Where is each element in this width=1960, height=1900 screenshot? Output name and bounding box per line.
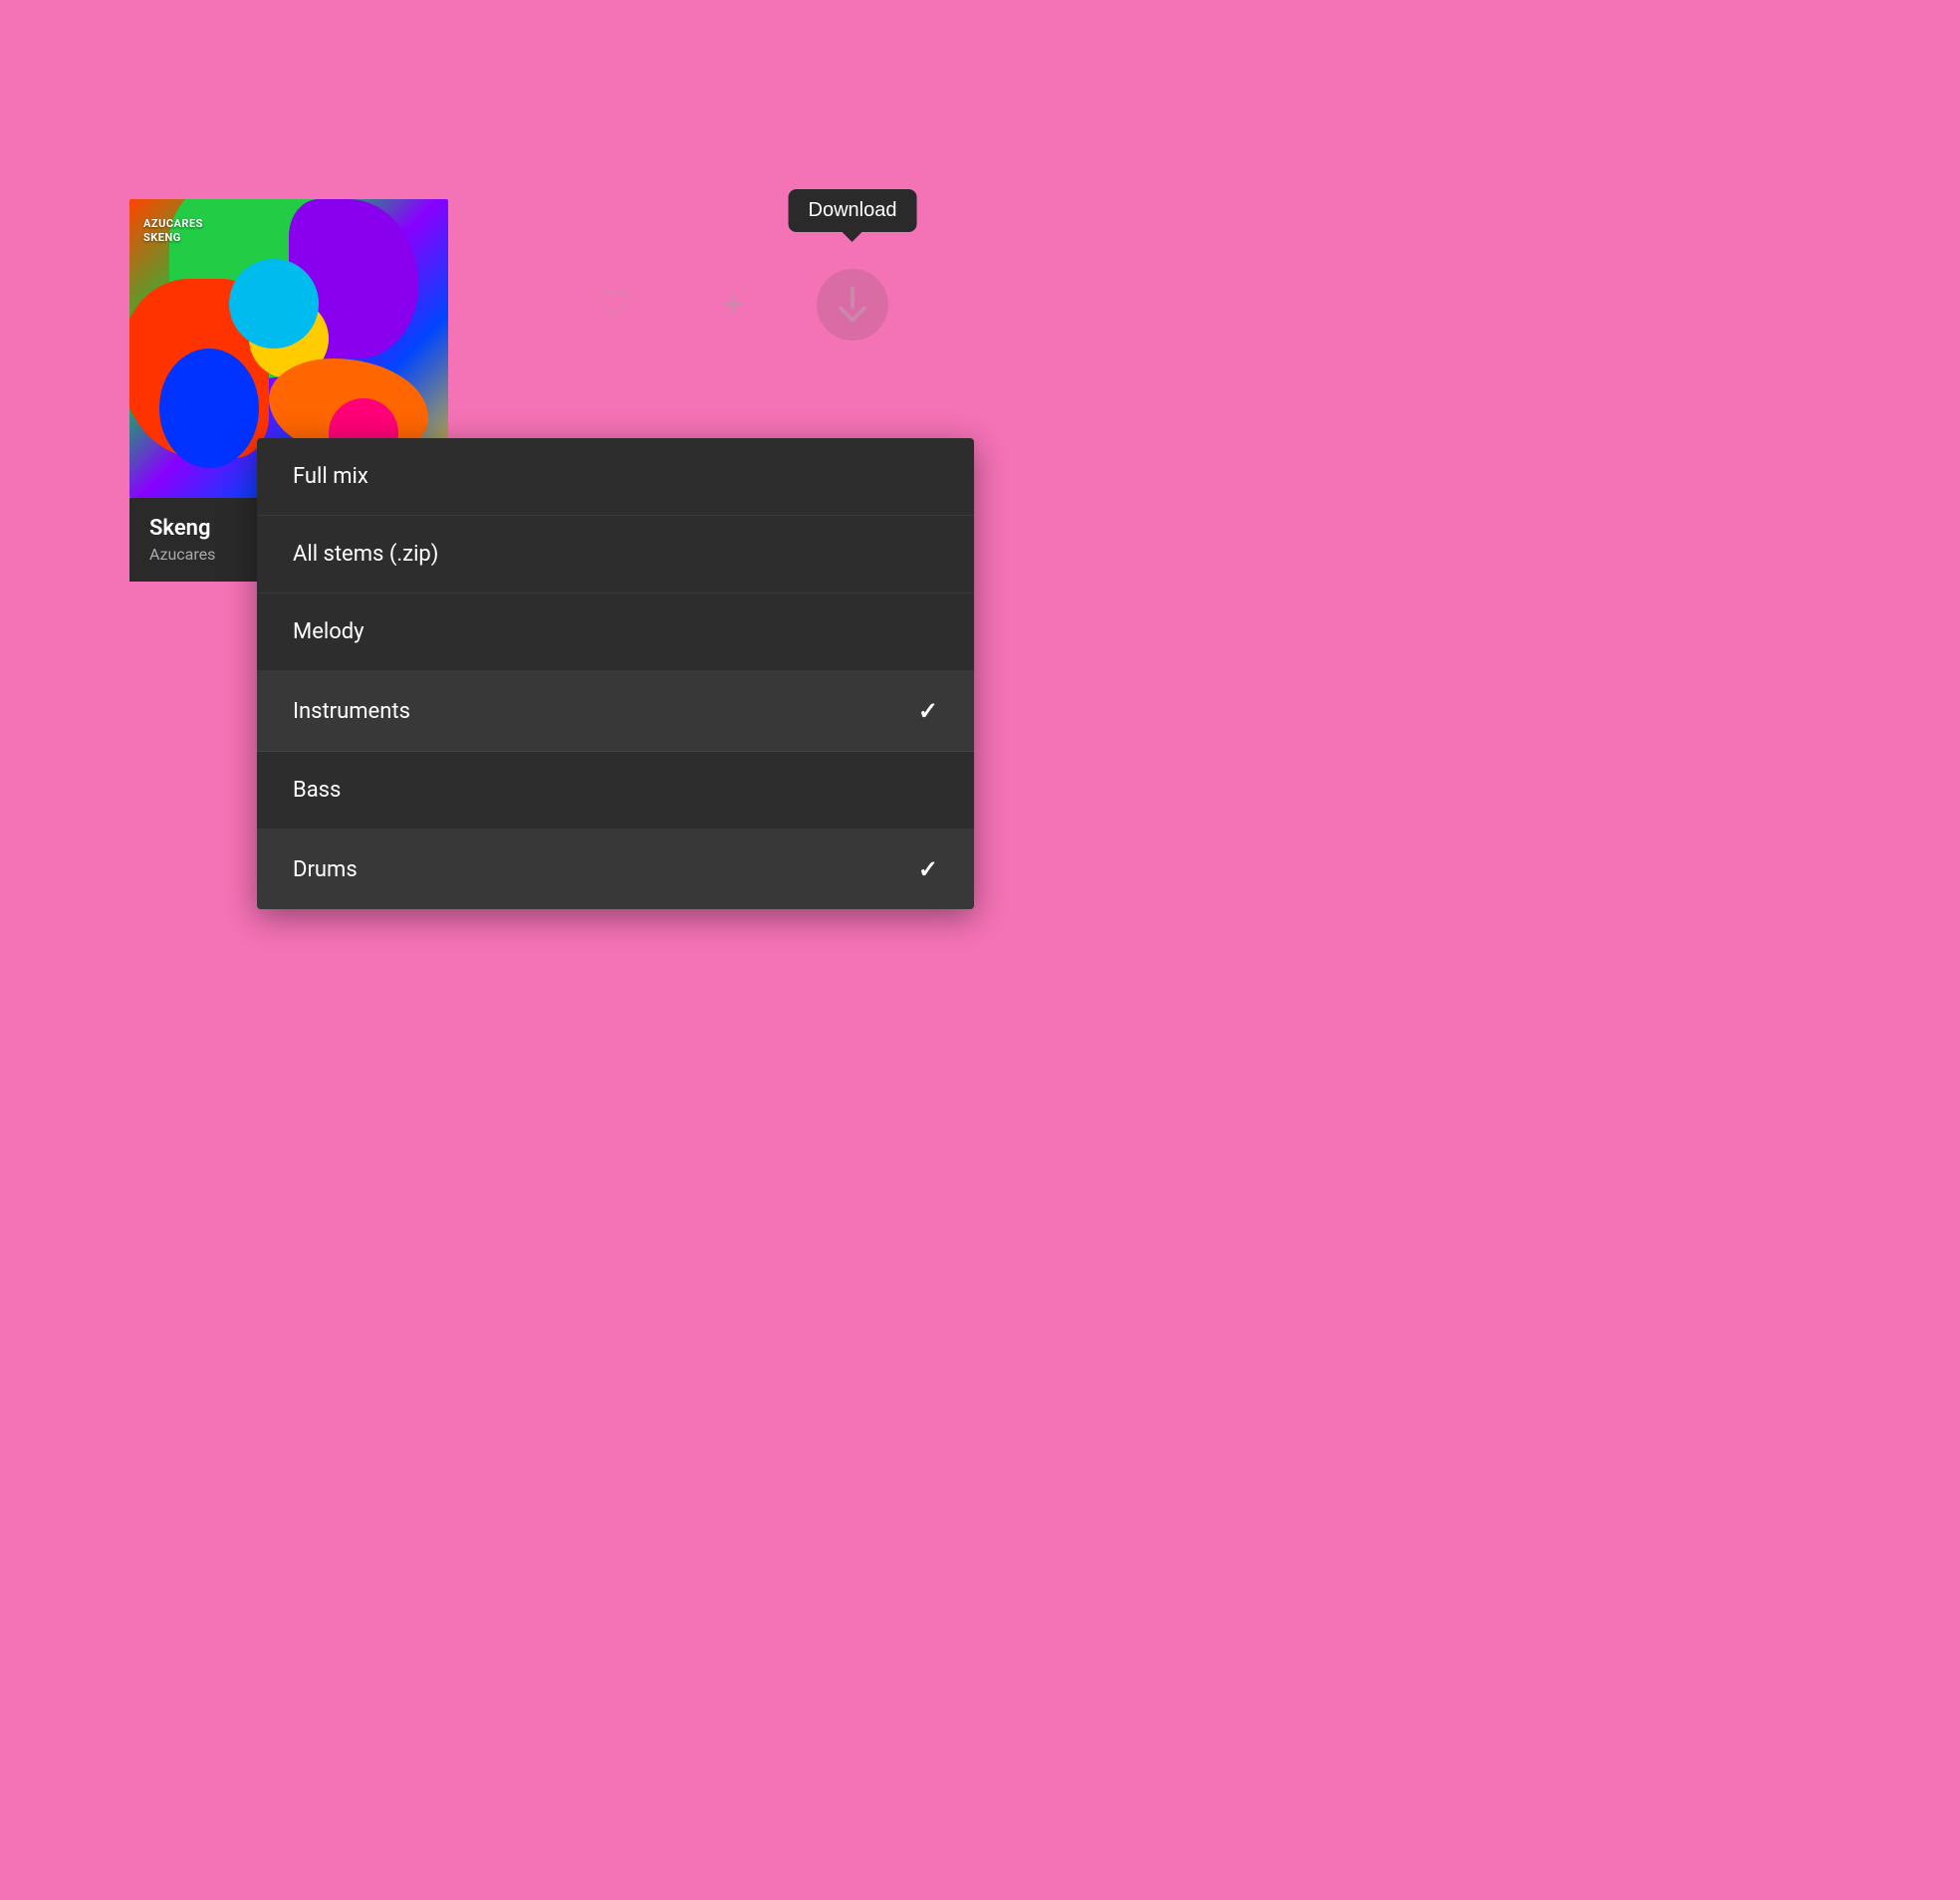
- menu-item-drums[interactable]: Drums ✓: [257, 830, 974, 909]
- download-menu: Full mix All stems (.zip) Melody Instrum…: [257, 438, 974, 909]
- menu-item-full-mix[interactable]: Full mix: [257, 438, 974, 516]
- actions-area: ♡ + Download: [578, 269, 888, 341]
- album-label: AZUCARES SKENG: [143, 217, 203, 246]
- menu-item-instruments[interactable]: Instruments ✓: [257, 671, 974, 752]
- download-tooltip: Download: [789, 189, 917, 232]
- menu-item-all-stems[interactable]: All stems (.zip): [257, 516, 974, 594]
- like-button[interactable]: ♡: [578, 269, 649, 341]
- instruments-checkmark: ✓: [918, 697, 938, 725]
- add-button[interactable]: +: [697, 269, 769, 341]
- plus-icon: +: [722, 286, 744, 324]
- heart-icon: ♡: [598, 287, 629, 323]
- menu-item-bass[interactable]: Bass: [257, 752, 974, 830]
- page-background: AZUCARES SKENG Skeng Azucares ♡ + Downlo…: [0, 0, 1960, 1900]
- download-arrow-icon: [835, 287, 870, 323]
- drums-checkmark: ✓: [918, 855, 938, 883]
- menu-item-melody[interactable]: Melody: [257, 594, 974, 671]
- download-button[interactable]: Download: [817, 269, 888, 341]
